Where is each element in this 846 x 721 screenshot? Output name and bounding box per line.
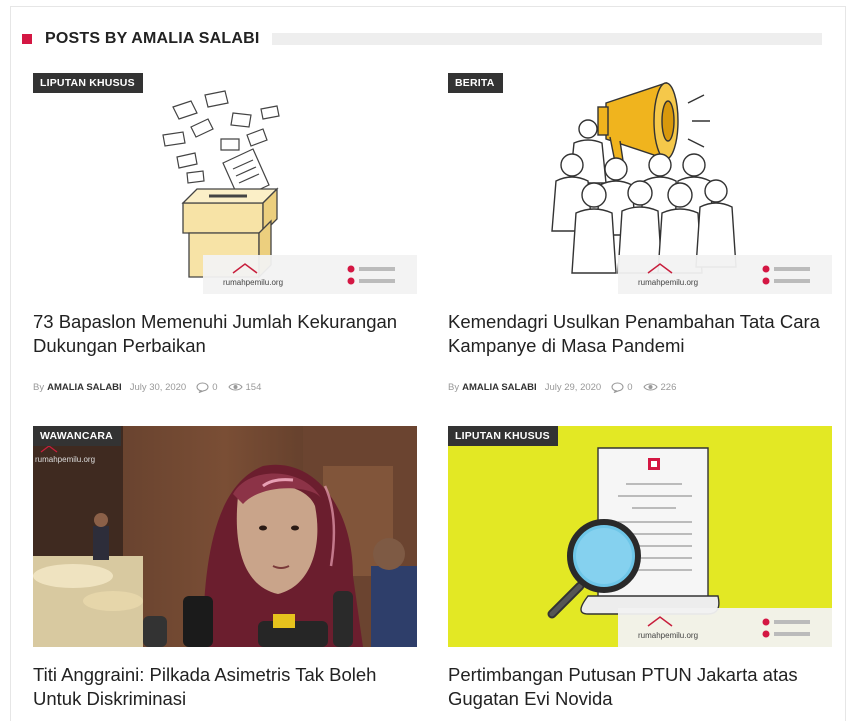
comment-count[interactable]: 0	[611, 381, 633, 393]
post-thumbnail[interactable]: rumahpemilu.org LIPUTAN KHUSUS	[448, 426, 832, 647]
category-badge[interactable]: BERITA	[448, 73, 503, 93]
view-count-value: 154	[245, 381, 262, 393]
byline-prefix: By	[448, 381, 460, 393]
megaphone-crowd-illustration: rumahpemilu.org	[448, 73, 832, 294]
post-title[interactable]: 73 Bapaslon Memenuhi Jumlah Kekurangan D…	[33, 310, 417, 358]
category-badge[interactable]: WAWANCARA	[33, 426, 121, 446]
watermark-text: rumahpemilu.org	[223, 278, 283, 287]
post-thumbnail[interactable]: rumahpemilu.org LIPUTAN KHUSUS	[33, 73, 417, 294]
section-header: POSTS BY AMALIA SALABI	[22, 26, 822, 52]
author-link[interactable]: AMALIA SALABI	[462, 382, 537, 393]
post-date: July 29, 2020	[544, 381, 602, 393]
section-marker	[22, 34, 32, 44]
document-magnifier-illustration: rumahpemilu.org	[448, 426, 832, 647]
interview-photo: rumahpemilu.org	[33, 426, 417, 647]
watermark-text: rumahpemilu.org	[638, 278, 698, 287]
watermark-text: rumahpemilu.org	[35, 455, 95, 464]
eye-icon	[642, 383, 658, 391]
category-badge[interactable]: LIPUTAN KHUSUS	[33, 73, 143, 93]
post-thumbnail[interactable]: rumahpemilu.org WAWANCARA	[33, 426, 417, 647]
section-title: POSTS BY AMALIA SALABI	[45, 30, 260, 47]
post-meta: By AMALIA SALABI July 30, 2020 0 154	[33, 380, 271, 394]
watermark-text: rumahpemilu.org	[638, 631, 698, 640]
post-thumbnail[interactable]: rumahpemilu.org BERITA	[448, 73, 832, 294]
view-count: 154	[227, 381, 262, 393]
comment-count-value: 0	[627, 381, 633, 393]
post-meta: By AMALIA SALABI July 29, 2020 0 226	[448, 380, 686, 394]
post-title[interactable]: Kemendagri Usulkan Penambahan Tata Cara …	[448, 310, 832, 358]
post-card: rumahpemilu.org LIPUTAN KHUSUS 73 Bapasl…	[33, 73, 417, 403]
post-card: rumahpemilu.org WAWANCARA Titi Anggraini…	[33, 426, 417, 720]
post-title[interactable]: Titi Anggraini: Pilkada Asimetris Tak Bo…	[33, 663, 417, 711]
post-date: July 30, 2020	[129, 381, 187, 393]
post-card: rumahpemilu.org BERITA Kemendagri Usulka…	[448, 73, 832, 403]
eye-icon	[227, 383, 243, 391]
section-divider	[271, 33, 822, 45]
post-title[interactable]: Pertimbangan Putusan PTUN Jakarta atas G…	[448, 663, 832, 711]
ballot-box-illustration: rumahpemilu.org	[33, 73, 417, 294]
author-link[interactable]: AMALIA SALABI	[47, 382, 122, 393]
byline-prefix: By	[33, 381, 45, 393]
view-count: 226	[642, 381, 677, 393]
view-count-value: 226	[660, 381, 677, 393]
comment-icon	[196, 381, 209, 393]
comment-count[interactable]: 0	[196, 381, 218, 393]
category-badge[interactable]: LIPUTAN KHUSUS	[448, 426, 558, 446]
comment-icon	[611, 381, 624, 393]
comment-count-value: 0	[212, 381, 218, 393]
post-card: rumahpemilu.org LIPUTAN KHUSUS Pertimban…	[448, 426, 832, 720]
